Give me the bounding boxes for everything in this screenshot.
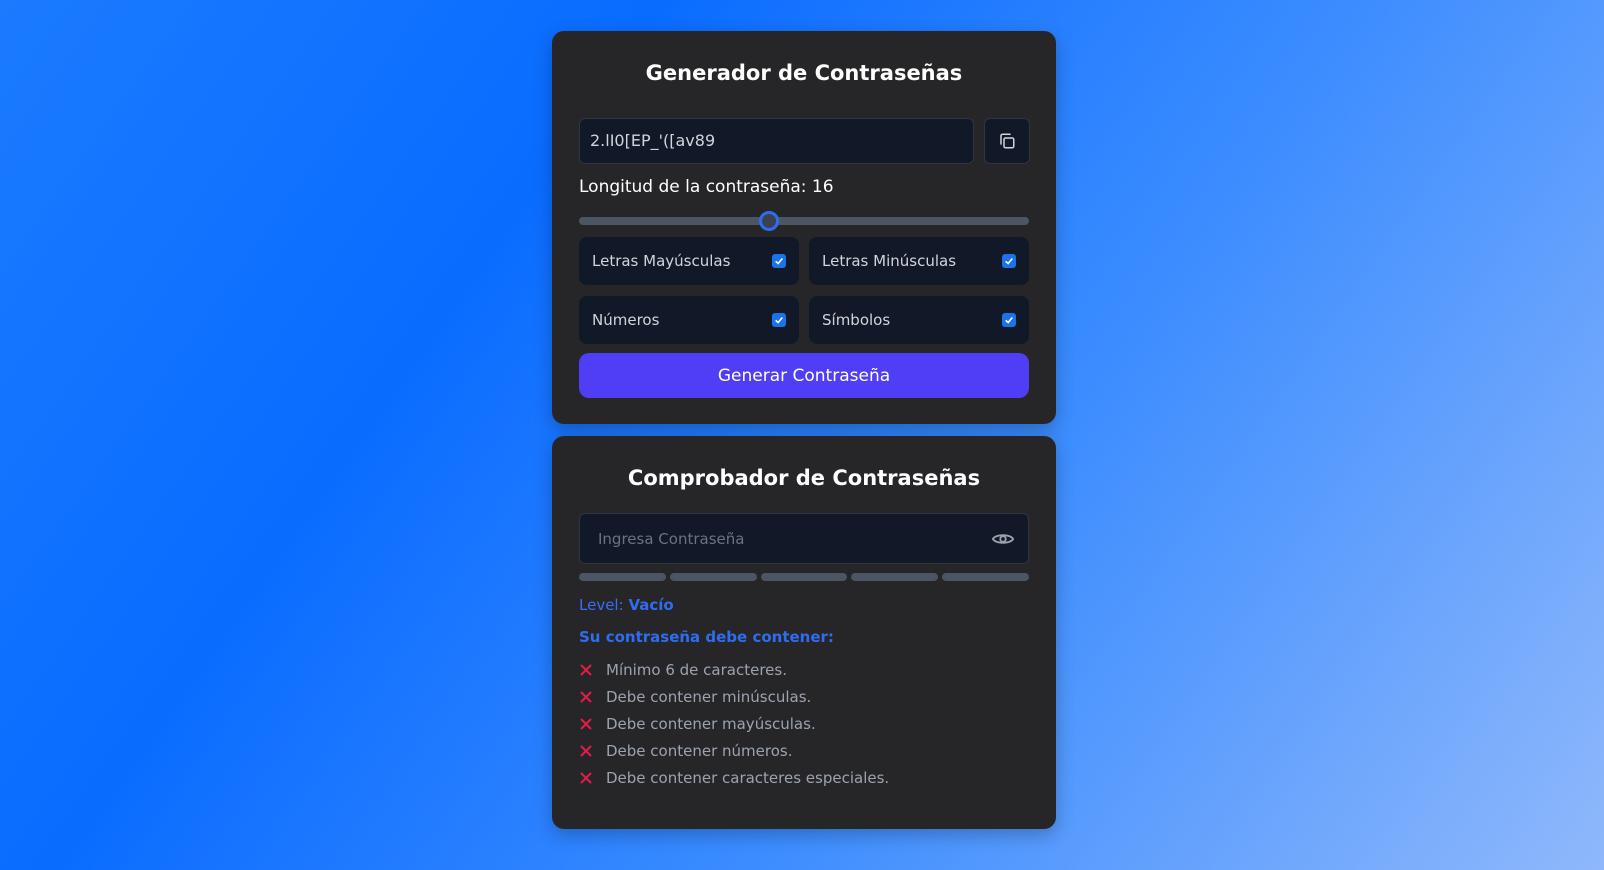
options-grid: Letras Mayúsculas Letras Minúsculas Núme… <box>579 237 1029 344</box>
copy-button[interactable] <box>984 118 1030 164</box>
check-icon <box>1005 257 1013 265</box>
strength-segment <box>942 573 1029 581</box>
level-prefix: Level: <box>579 596 624 614</box>
length-label: Longitud de la contraseña: 16 <box>579 177 834 197</box>
option-label: Números <box>592 311 660 329</box>
option-symbols[interactable]: Símbolos <box>809 296 1029 344</box>
password-checker-card: Comprobador de Contraseñas Level: Vacío … <box>552 436 1056 829</box>
x-icon <box>580 691 592 703</box>
requirement-text: Debe contener números. <box>606 741 793 760</box>
x-icon <box>580 664 592 677</box>
strength-meter <box>579 573 1029 581</box>
generated-password-field[interactable]: 2.lI0[EP_'([av89 <box>579 118 974 164</box>
requirement-text: Debe contener minúsculas. <box>606 688 812 707</box>
checker-title: Comprobador de Contraseñas <box>627 466 981 490</box>
numbers-checkbox[interactable] <box>772 313 786 327</box>
requirement-text: Debe contener caracteres especiales. <box>606 768 890 787</box>
x-icon <box>580 771 592 784</box>
copy-icon <box>1000 133 1015 149</box>
option-lowercase[interactable]: Letras Minúsculas <box>809 237 1029 285</box>
symbols-checkbox[interactable] <box>1002 313 1016 327</box>
x-icon <box>580 745 592 757</box>
password-check-input[interactable] <box>580 514 980 563</box>
uppercase-checkbox[interactable] <box>772 254 786 268</box>
generate-password-button[interactable]: Generar Contraseña <box>579 353 1029 398</box>
requirements-list: Mínimo 6 de caracteres. Debe contener mi… <box>579 657 889 791</box>
requirements-title: Su contraseña debe contener: <box>579 628 834 646</box>
password-generator-card: Generador de Contraseñas 2.lI0[EP_'([av8… <box>552 31 1056 424</box>
requirement-item: Debe contener mayúsculas. <box>579 711 889 738</box>
x-icon <box>580 718 592 730</box>
check-input-wrapper <box>579 513 1029 564</box>
requirement-item: Mínimo 6 de caracteres. <box>579 657 889 684</box>
check-icon <box>775 257 783 265</box>
requirement-text: Mínimo 6 de caracteres. <box>606 661 787 680</box>
requirement-item: Debe contener caracteres especiales. <box>579 764 889 791</box>
option-label: Símbolos <box>822 311 891 329</box>
generator-title: Generador de Contraseñas <box>645 61 963 85</box>
password-output-row: 2.lI0[EP_'([av89 <box>579 118 1030 164</box>
check-icon <box>1005 316 1013 324</box>
strength-segment <box>579 573 666 581</box>
level-value: Vacío <box>628 596 674 614</box>
option-label: Letras Mayúsculas <box>592 252 731 270</box>
requirement-text: Debe contener mayúsculas. <box>606 714 816 733</box>
strength-segment <box>669 573 757 581</box>
slider-track[interactable] <box>579 217 1029 225</box>
option-label: Letras Minúsculas <box>822 252 957 270</box>
slider-thumb[interactable] <box>759 211 779 231</box>
requirement-item: Debe contener números. <box>579 737 889 764</box>
eye-icon <box>992 534 1014 544</box>
strength-level: Level: Vacío <box>579 596 674 614</box>
strength-segment <box>760 573 848 581</box>
toggle-visibility-button[interactable] <box>990 527 1016 551</box>
length-slider[interactable] <box>579 211 1029 231</box>
strength-segment <box>851 573 939 581</box>
check-icon <box>775 316 783 324</box>
requirement-item: Debe contener minúsculas. <box>579 684 889 711</box>
lowercase-checkbox[interactable] <box>1002 254 1016 268</box>
option-uppercase[interactable]: Letras Mayúsculas <box>579 237 799 285</box>
option-numbers[interactable]: Números <box>579 296 799 344</box>
